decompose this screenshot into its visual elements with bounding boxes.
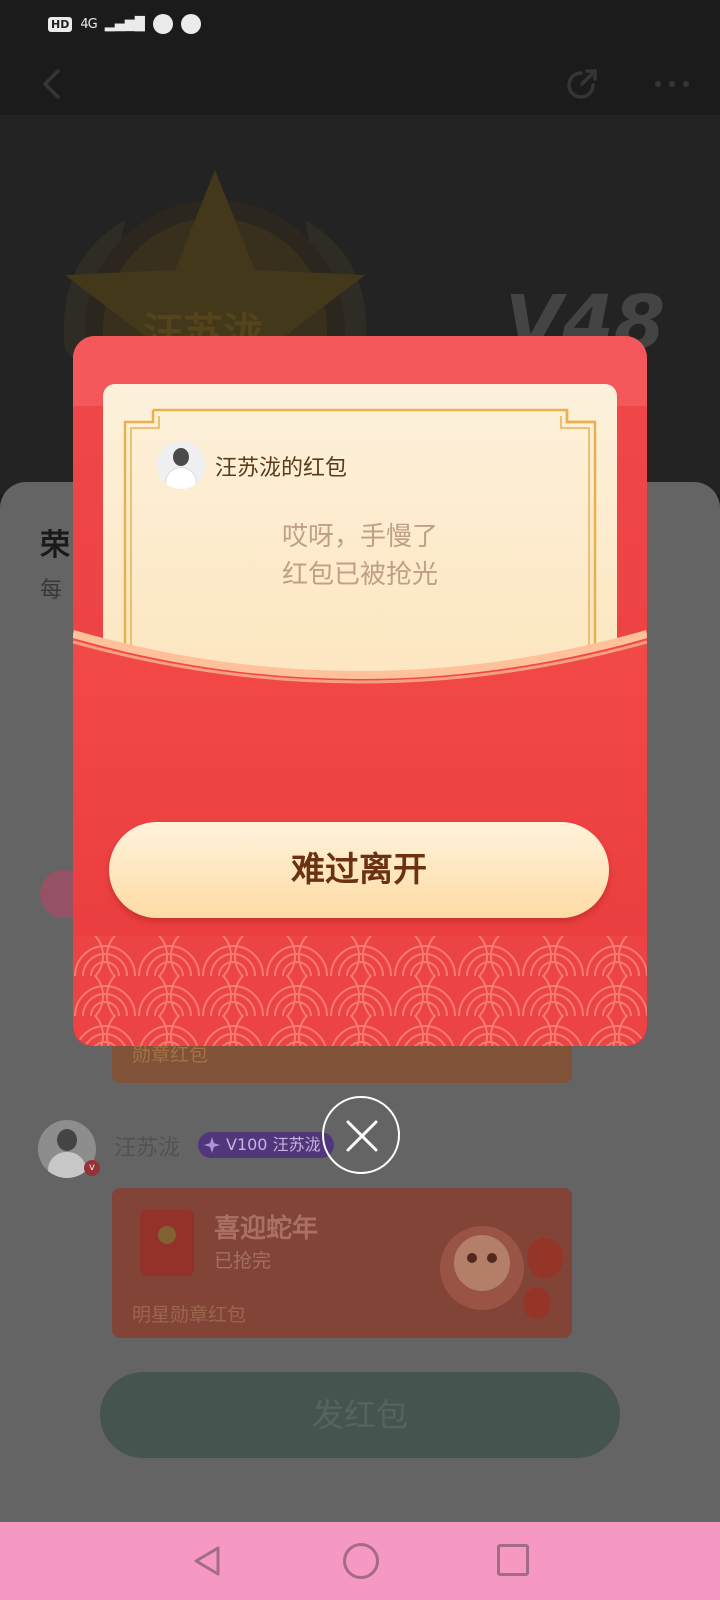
navigation-bar — [0, 1522, 720, 1600]
nav-recent-icon[interactable] — [497, 1544, 529, 1576]
message-line-1: 哎呀，手慢了 — [281, 522, 438, 552]
close-button[interactable] — [322, 1096, 400, 1174]
leave-button[interactable]: 难过离开 — [109, 822, 609, 918]
message-line-2: 红包已被抢光 — [281, 560, 438, 590]
wave-pattern-decoration — [73, 936, 647, 1046]
sender-avatar — [157, 441, 205, 489]
nav-home-icon[interactable] — [343, 1543, 379, 1579]
nav-back-icon[interactable] — [190, 1544, 224, 1578]
sender-name: 汪苏泷的红包 — [215, 456, 348, 481]
red-packet-modal: 汪苏泷的红包 哎呀，手慢了 红包已被抢光 难过离开 — [73, 336, 647, 1046]
close-icon — [346, 1120, 378, 1152]
